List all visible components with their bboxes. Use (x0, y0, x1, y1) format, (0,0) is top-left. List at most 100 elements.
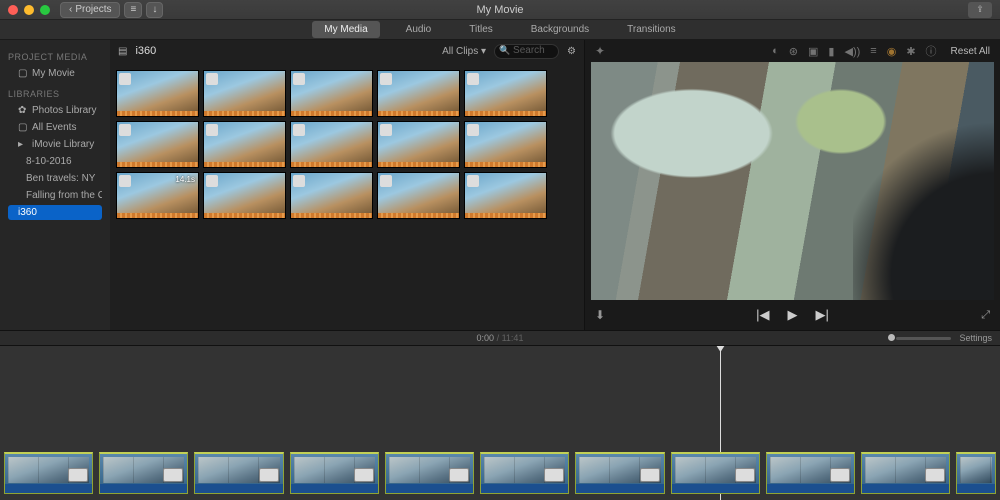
clip-transition-icon[interactable] (925, 468, 945, 482)
sidebar-item-photos-library[interactable]: ✿ Photos Library (8, 103, 102, 118)
clip-thumb[interactable] (203, 121, 286, 168)
clip-thumb[interactable] (203, 70, 286, 117)
video-viewer[interactable] (591, 62, 994, 300)
clip-thumb[interactable] (290, 121, 373, 168)
clip-thumb[interactable] (290, 172, 373, 219)
tab-backgrounds[interactable]: Backgrounds (519, 21, 601, 38)
sidebar-event-1[interactable]: 8-10-2016 (8, 154, 102, 169)
clip-filter-dropdown[interactable]: All Clips ▾ (442, 46, 486, 57)
timeline-clip[interactable] (480, 452, 569, 494)
prev-frame-button[interactable]: |◀ (756, 307, 769, 323)
clip-thumb[interactable] (116, 121, 199, 168)
favorite-icon[interactable] (380, 73, 392, 85)
sidebar-item-all-events[interactable]: ▢ All Events (8, 120, 102, 135)
fullscreen-window-icon[interactable] (40, 5, 50, 15)
favorite-icon[interactable] (293, 175, 305, 187)
clip-thumb[interactable] (203, 172, 286, 219)
clip-thumb[interactable] (290, 70, 373, 117)
clip-thumb[interactable] (464, 121, 547, 168)
media-browser: ▤ i360 All Clips ▾ Search ⚙ 14.1s (110, 40, 585, 330)
tab-audio[interactable]: Audio (394, 21, 444, 38)
sidebar-event-3[interactable]: Falling from the Orbit (8, 188, 102, 203)
timeline-clip[interactable] (575, 452, 664, 494)
clip-transition-icon[interactable] (544, 468, 564, 482)
favorite-icon[interactable] (293, 124, 305, 136)
favorite-icon[interactable] (119, 175, 131, 187)
dropdown-icon: ▾ (481, 46, 486, 57)
timeline-settings-button[interactable]: Settings (959, 333, 992, 343)
close-window-icon[interactable] (8, 5, 18, 15)
favorite-icon[interactable] (467, 175, 479, 187)
clip-transition-icon[interactable] (354, 468, 374, 482)
tab-my-media[interactable]: My Media (312, 21, 379, 38)
color-balance-icon[interactable]: ◐ (772, 45, 779, 57)
timeline-clip[interactable] (671, 452, 760, 494)
favorite-icon[interactable] (206, 73, 218, 85)
clip-transition-icon[interactable] (163, 468, 183, 482)
minimize-window-icon[interactable] (24, 5, 34, 15)
zoom-slider[interactable] (896, 337, 951, 340)
clip-transition-icon[interactable] (640, 468, 660, 482)
favorite-icon[interactable] (380, 175, 392, 187)
color-correction-icon[interactable]: ⊛ (789, 45, 798, 58)
clip-thumb[interactable] (116, 70, 199, 117)
clip-transition-icon[interactable] (259, 468, 279, 482)
clip-thumb[interactable] (377, 121, 460, 168)
clip-transition-icon[interactable] (449, 468, 469, 482)
clip-thumb[interactable]: 14.1s (116, 172, 199, 219)
clip-thumb[interactable] (464, 172, 547, 219)
sidebar-item-imovie-library[interactable]: ▸ iMovie Library (8, 137, 102, 152)
photos-icon: ✿ (18, 105, 28, 116)
list-toggle-icon[interactable]: ▤ (118, 46, 127, 57)
auto-enhance-icon[interactable]: ✦ (595, 44, 605, 58)
tab-titles[interactable]: Titles (457, 21, 505, 38)
fullscreen-icon[interactable]: ⤢ (981, 309, 990, 322)
share-button[interactable]: ⇪ (968, 2, 992, 18)
play-button[interactable]: ▶ (788, 307, 798, 323)
reset-all-button[interactable]: Reset All (951, 46, 990, 57)
clip-transition-icon[interactable] (830, 468, 850, 482)
clip-thumb[interactable] (377, 70, 460, 117)
clip-transition-icon[interactable] (735, 468, 755, 482)
traffic-lights[interactable] (8, 5, 50, 15)
volume-icon[interactable]: ◀)) (844, 45, 860, 58)
sidebar-event-4-selected[interactable]: i360 (8, 205, 102, 220)
crop-icon[interactable]: ▣ (808, 45, 818, 58)
next-frame-button[interactable]: ▶| (816, 307, 829, 323)
timeline-clip[interactable] (766, 452, 855, 494)
timeline-clip[interactable] (194, 452, 283, 494)
clip-thumb[interactable] (377, 172, 460, 219)
view-mode-button[interactable]: ≡ (124, 2, 142, 18)
back-to-projects-button[interactable]: ‹ Projects (60, 2, 120, 18)
timeline-clip[interactable] (956, 452, 996, 494)
search-input[interactable]: Search (494, 44, 559, 59)
clip-transition-icon[interactable] (68, 468, 88, 482)
speed-icon[interactable]: ◉ (887, 45, 897, 58)
voiceover-icon[interactable]: ⬇ (595, 308, 605, 322)
timeline-clip[interactable] (99, 452, 188, 494)
tab-transitions[interactable]: Transitions (615, 21, 688, 38)
timeline-clip[interactable] (861, 452, 950, 494)
favorite-icon[interactable] (206, 124, 218, 136)
import-button[interactable]: ↓ (146, 2, 163, 18)
favorite-icon[interactable] (467, 124, 479, 136)
timeline-clip[interactable] (4, 452, 93, 494)
favorite-icon[interactable] (119, 73, 131, 85)
sidebar-item-my-movie[interactable]: ▢ My Movie (8, 66, 102, 81)
timeline-clip[interactable] (290, 452, 379, 494)
sidebar-event-2[interactable]: Ben travels: NY (8, 171, 102, 186)
favorite-icon[interactable] (380, 124, 392, 136)
favorite-icon[interactable] (293, 73, 305, 85)
clip-thumb[interactable] (464, 70, 547, 117)
favorite-icon[interactable] (119, 124, 131, 136)
favorite-icon[interactable] (467, 73, 479, 85)
info-icon[interactable]: ⓘ (926, 43, 937, 59)
sidebar-label-evt2: Ben travels: NY (26, 173, 95, 184)
browser-settings-icon[interactable]: ⚙ (567, 46, 576, 57)
timeline[interactable] (0, 346, 1000, 500)
stabilization-icon[interactable]: ▮ (828, 45, 834, 58)
effects-icon[interactable]: ✱ (906, 45, 915, 58)
noise-eq-icon[interactable]: ≡ (870, 45, 876, 57)
favorite-icon[interactable] (206, 175, 218, 187)
timeline-clip[interactable] (385, 452, 474, 494)
